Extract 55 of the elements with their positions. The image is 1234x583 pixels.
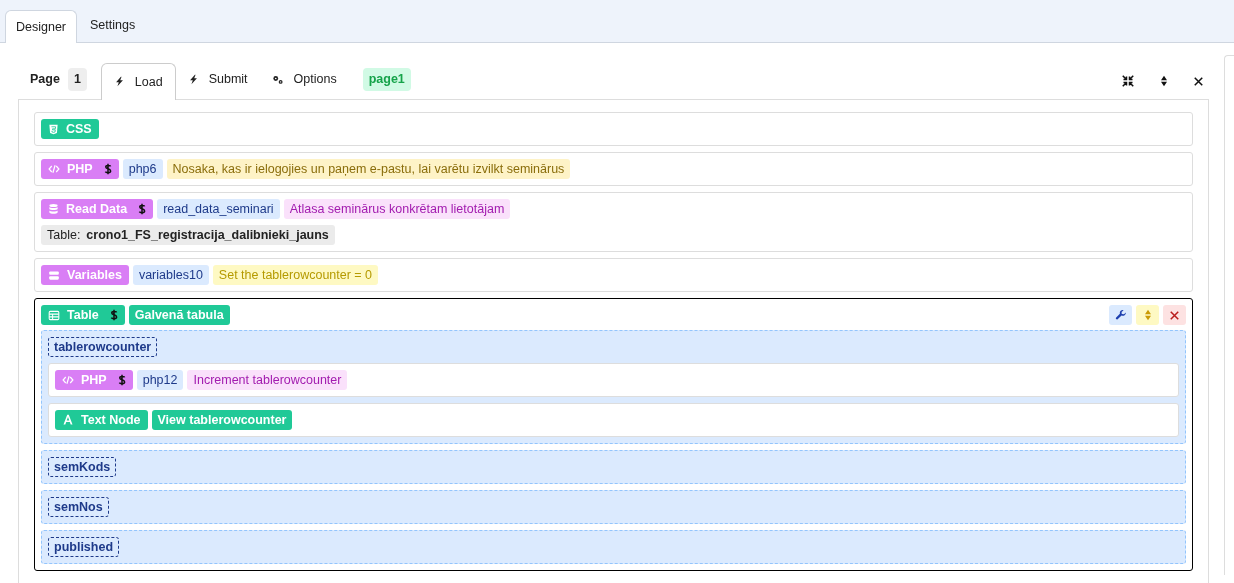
page-name-tag: page1 [362,68,411,91]
comment-tag: Nosaka, kas ir ielogojies un paņem e-pastu, lai varētu izvilkt seminārus [166,159,571,179]
badge-label: PHP [67,160,93,178]
id-tag: php6 [122,159,163,179]
sort-icon [1143,309,1152,321]
comment-tag: Increment tablerowcounter [187,370,348,390]
page-tab[interactable]: Options [259,62,349,99]
letter-a-icon [62,414,74,426]
table-block[interactable]: Table Galvenā tabula tablerowcounter PHP php12 Increment tablerowcounter Text Node View tablerowcounter semKods semNos published [34,298,1193,571]
comment-tag: Set the tablerowcounter = 0 [212,265,379,285]
badge-label: Table [67,306,99,324]
comment-tag: View tablerowcounter [151,410,293,430]
table-icon [48,309,60,321]
column-name-label: tablerowcounter [48,337,158,357]
page-tab[interactable]: Load [100,63,176,100]
id-tag: variables10 [132,265,209,285]
close-icon [1170,310,1179,320]
column-drop-zone[interactable]: semKods [41,450,1186,484]
id-tag: read_data_seminari [157,199,280,219]
badge-label: Text Node [81,411,141,429]
column-drop-zone[interactable]: tablerowcounter PHP php12 Increment tablerowcounter Text Node View tablerowcounter [41,330,1186,444]
tab[interactable]: Settings [77,9,149,42]
collapse-icon[interactable] [1122,75,1134,87]
id-tag: php12 [136,370,184,390]
page-number-badge: 1 [67,68,87,91]
block-card[interactable]: PHP php12 Increment tablerowcounter [48,363,1179,397]
code-icon [62,374,74,386]
badge-label: Read Data [66,200,128,218]
wrench-icon [1114,309,1127,321]
badge-label: CSS [66,120,92,138]
tab[interactable]: Designer [5,10,78,43]
badge-label: Variables [67,266,122,284]
block-card[interactable]: Read Data read_data_seminari Atlasa seminārus konkrētam lietotājam Table: crono1_FS_registracija_dalibnieki_jauns [34,192,1193,252]
page-label: Page [30,71,60,89]
page-tab[interactable]: Submit [175,62,260,99]
comment-tag: Galvenā tabula [128,305,230,325]
block-card[interactable]: Variables variables10 Set the tablerowcounter = 0 [34,258,1193,292]
css-shield-icon [48,123,59,135]
comment-tag: Atlasa seminārus konkrētam lietotājam [283,199,511,219]
database-icon [48,203,59,215]
code-icon [48,163,60,175]
delete-button[interactable] [1163,305,1186,325]
close-icon[interactable] [1194,76,1203,86]
block-card[interactable]: PHP php6 Nosaka, kas ir ielogojies un paņem e-pastu, lai varētu izvilkt seminārus [34,152,1193,186]
column-name-label: semKods [48,457,117,477]
column-name-label: published [48,537,120,557]
server-icon [48,269,60,281]
column-drop-zone[interactable]: semNos [41,490,1186,524]
wrench-button[interactable] [1109,305,1132,325]
table-reference: Table: crono1_FS_registracija_dalibnieki_jauns [41,225,335,245]
badge-label: PHP [81,371,107,389]
sort-icon[interactable] [1160,75,1168,87]
column-drop-zone[interactable]: published [41,530,1186,564]
gears-icon [271,73,284,86]
column-name-label: semNos [48,497,109,517]
